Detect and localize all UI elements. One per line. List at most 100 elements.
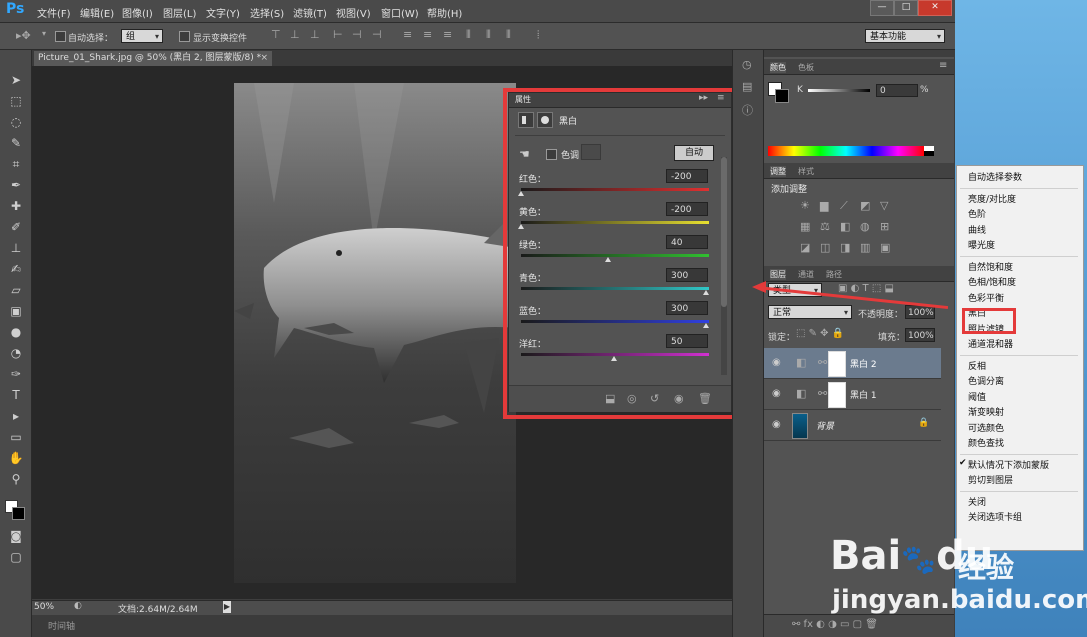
menu-image[interactable]: 图像(I) (122, 5, 153, 20)
auto-select-checkbox[interactable] (55, 31, 66, 42)
context-menu-item[interactable]: 色调分离 (968, 374, 1004, 387)
lock-icons[interactable]: ⬚ ✎ ✥ 🔒 (796, 328, 844, 339)
chevron-down-icon[interactable]: ▾ (42, 29, 46, 38)
brightness-icon[interactable]: ☀ (800, 199, 810, 212)
background-color-swatch[interactable] (12, 507, 25, 520)
eye-icon[interactable]: ◉ (772, 419, 781, 430)
photo-filter-icon[interactable]: ◍ (860, 220, 870, 233)
context-menu-item[interactable]: 亮度/对比度 (968, 192, 1016, 205)
layer-row[interactable]: ◉ ◧ ⚯ 黑白 1 (764, 379, 941, 410)
threshold-icon[interactable]: ◨ (840, 241, 850, 254)
layer-mask-thumbnail[interactable] (828, 382, 846, 408)
align-top-icon[interactable]: ⊤ (271, 28, 281, 41)
distribute-top-icon[interactable]: ≡ (403, 28, 412, 41)
distribute-right-icon[interactable]: ⦀ (506, 28, 511, 42)
context-menu-item[interactable]: 关闭 (968, 495, 986, 508)
distribute-hcenter-icon[interactable]: ⦀ (486, 28, 491, 42)
menu-window[interactable]: 窗口(W) (381, 5, 419, 20)
tab-swatches[interactable]: 色板 (798, 62, 814, 73)
layer-name[interactable]: 背景 (816, 419, 834, 432)
selective-color-icon[interactable]: ▣ (880, 241, 890, 254)
layer-row[interactable]: ◉ ◧ ⚯ 黑白 2 (764, 348, 941, 379)
distribute-left-icon[interactable]: ⦀ (466, 28, 471, 42)
marquee-tool-icon[interactable]: ⬚ (8, 93, 24, 109)
context-menu-item[interactable]: 渐变映射 (968, 405, 1004, 418)
align-hcenter-icon[interactable]: ⊣ (352, 28, 362, 41)
menu-edit[interactable]: 编辑(E) (80, 5, 114, 20)
color-spectrum[interactable] (768, 146, 924, 156)
panel-menu-icon[interactable]: ≡ (939, 60, 947, 71)
type-tool-icon[interactable]: T (8, 387, 24, 403)
align-bottom-icon[interactable]: ⊥ (310, 28, 320, 41)
blur-tool-icon[interactable]: ● (8, 324, 24, 340)
move-tool-icon[interactable]: ➤ (8, 72, 24, 88)
blend-mode-dropdown[interactable]: 正常 (768, 305, 852, 320)
menu-filter[interactable]: 滤镜(T) (293, 5, 327, 20)
show-transform-checkbox[interactable] (179, 31, 190, 42)
tab-layers[interactable]: 图层 (770, 269, 786, 280)
exposure-icon[interactable]: ◩ (860, 199, 870, 212)
context-menu-item[interactable]: 自动选择参数 (968, 170, 1022, 183)
layer-mask-thumbnail[interactable] (828, 351, 846, 377)
posterize-icon[interactable]: ◫ (820, 241, 830, 254)
zoom-tool-icon[interactable]: ⚲ (8, 471, 24, 487)
bw-icon[interactable]: ◧ (840, 220, 850, 233)
fill-input[interactable]: 100% (905, 328, 935, 342)
history-brush-tool-icon[interactable]: ✍ (8, 261, 24, 277)
history-panel-icon[interactable]: ◷ (742, 58, 752, 71)
zoom-level[interactable]: 50% (34, 602, 54, 612)
move-tool-icon[interactable]: ▸✥ (16, 29, 31, 42)
quick-select-tool-icon[interactable]: ✎ (8, 135, 24, 151)
k-slider-track[interactable] (808, 89, 870, 92)
tab-paths[interactable]: 路径 (826, 269, 842, 280)
workspace-dropdown[interactable]: 基本功能 (865, 29, 945, 44)
context-menu-item[interactable]: 剪切到图层 (968, 473, 1013, 486)
align-vcenter-icon[interactable]: ⊥ (290, 28, 300, 41)
context-menu-item[interactable]: 自然饱和度 (968, 260, 1013, 273)
healing-tool-icon[interactable]: ✚ (8, 198, 24, 214)
invert-icon[interactable]: ◪ (800, 241, 810, 254)
align-right-icon[interactable]: ⊣ (372, 28, 382, 41)
filter-pixel-icon[interactable]: ▣ ◐ T ⬚ ⬓ (838, 283, 894, 294)
eyedropper-tool-icon[interactable]: ✒ (8, 177, 24, 193)
minimize-button[interactable]: — (870, 0, 894, 16)
context-menu-item[interactable]: 色彩平衡 (968, 291, 1004, 304)
path-select-tool-icon[interactable]: ▸ (8, 408, 24, 424)
menu-help[interactable]: 帮助(H) (427, 5, 462, 20)
close-button[interactable]: ✕ (918, 0, 952, 16)
channel-mixer-icon[interactable]: ⊞ (880, 220, 889, 233)
context-menu-item[interactable]: 默认情况下添加蒙版 (968, 458, 1049, 471)
vibrance-icon[interactable]: ▽ (880, 199, 888, 212)
lasso-tool-icon[interactable]: ◌ (8, 114, 24, 130)
pen-tool-icon[interactable]: ✑ (8, 366, 24, 382)
context-menu-item[interactable]: 曝光度 (968, 238, 995, 251)
context-menu-item[interactable]: 反相 (968, 359, 986, 372)
close-tab-icon[interactable]: × (260, 51, 268, 66)
distribute-vcenter-icon[interactable]: ≡ (423, 28, 432, 41)
layer-name[interactable]: 黑白 2 (850, 357, 877, 370)
dodge-tool-icon[interactable]: ◔ (8, 345, 24, 361)
crop-tool-icon[interactable]: ⌗ (8, 156, 24, 172)
auto-select-dropdown[interactable]: 组 (121, 29, 163, 44)
distribute-bottom-icon[interactable]: ≡ (443, 28, 452, 41)
layer-row[interactable]: ◉ 背景 🔒 (764, 410, 941, 441)
layers-footer-icons[interactable]: ⚯ fx ◐ ◑ ▭ ▢ 🗑 (792, 619, 878, 630)
link-icon[interactable]: ⚯ (818, 387, 827, 400)
context-menu-item[interactable]: 通道混和器 (968, 337, 1013, 350)
tab-styles[interactable]: 样式 (798, 166, 814, 177)
status-arrow-icon[interactable]: ▶ (223, 601, 231, 613)
shape-tool-icon[interactable]: ▭ (8, 429, 24, 445)
status-icon[interactable]: ◐ (74, 601, 82, 611)
properties-panel-icon[interactable]: ▤ (742, 80, 752, 93)
menu-layer[interactable]: 图层(L) (163, 5, 196, 20)
eye-icon[interactable]: ◉ (772, 357, 781, 368)
gradient-map-icon[interactable]: ▥ (860, 241, 870, 254)
tab-adjustments[interactable]: 调整 (770, 166, 786, 177)
tab-channels[interactable]: 通道 (798, 269, 814, 280)
context-menu-item[interactable]: 色阶 (968, 207, 986, 220)
curves-icon[interactable]: ⟋ (840, 199, 848, 213)
context-menu-item[interactable]: 可选颜色 (968, 421, 1004, 434)
maximize-button[interactable]: □ (894, 0, 918, 16)
context-menu-item[interactable]: 颜色查找 (968, 436, 1004, 449)
hue-sat-icon[interactable]: ▦ (800, 220, 810, 233)
